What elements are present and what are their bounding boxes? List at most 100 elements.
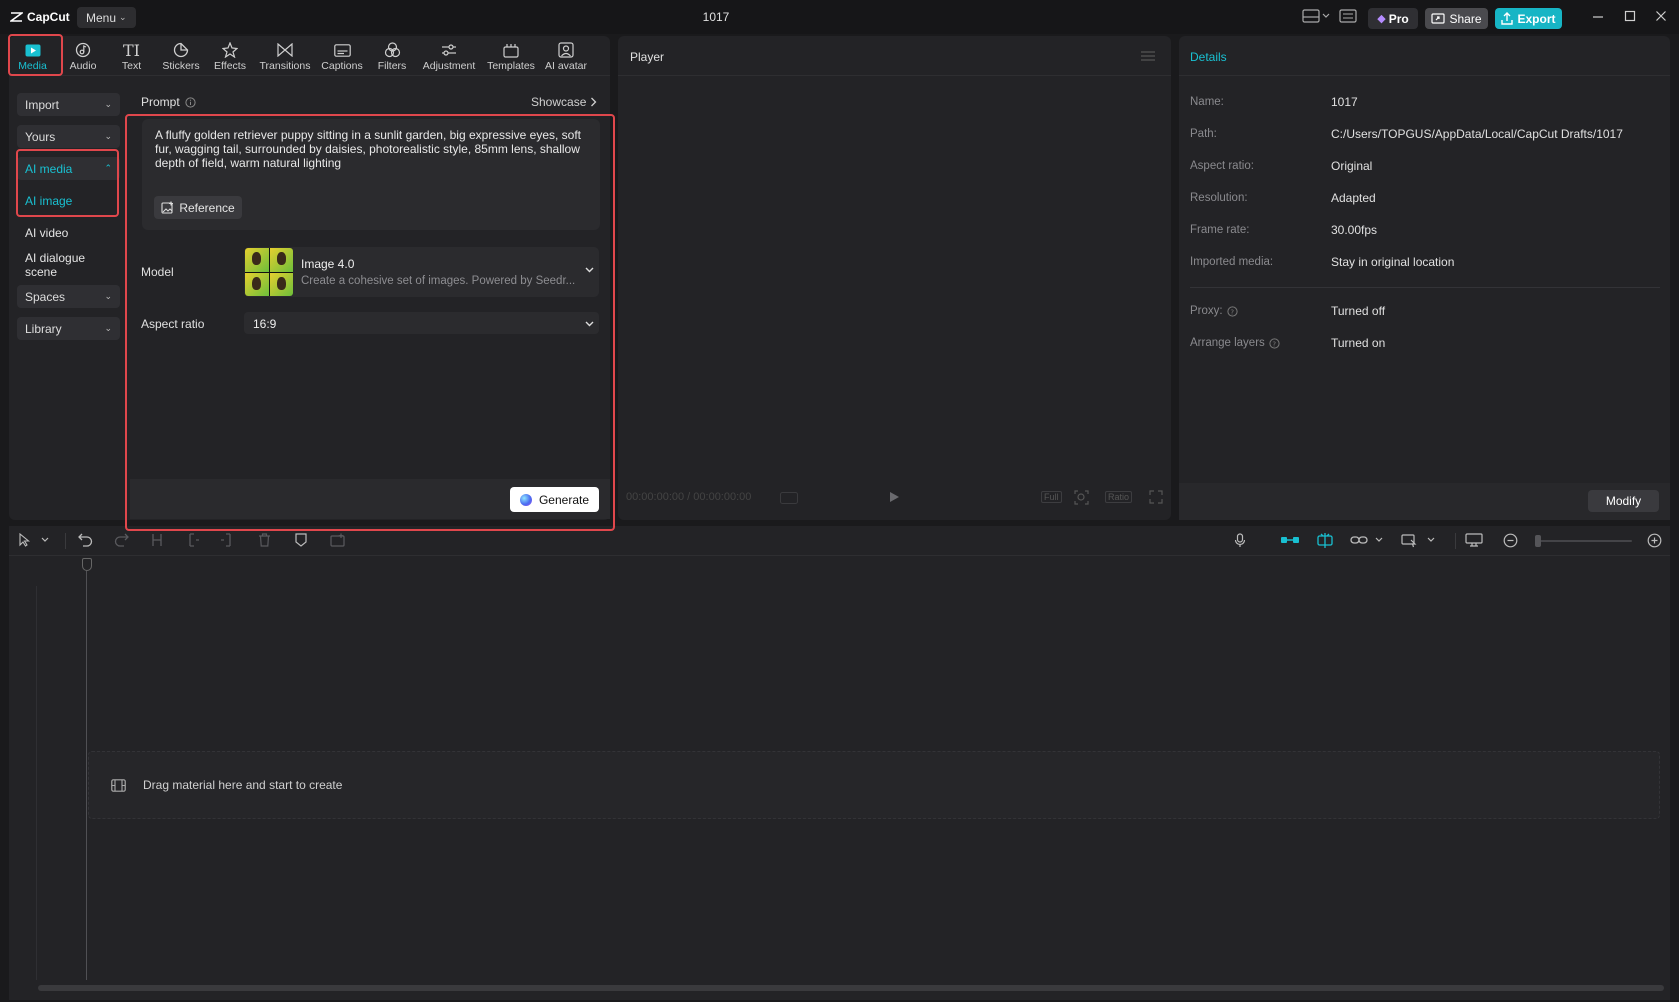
sidebar-item-ai-dialogue-scene[interactable]: AI dialogue scene xyxy=(17,251,123,279)
highlight-ai-media xyxy=(16,149,119,217)
sidebar-item-spaces[interactable]: Spaces ⌄ xyxy=(17,285,120,308)
detail-key: Frame rate: xyxy=(1190,224,1250,236)
minimize-icon[interactable] xyxy=(1592,10,1604,22)
zoom-slider[interactable] xyxy=(1535,540,1632,542)
help-icon[interactable]: ? xyxy=(1269,337,1280,349)
sidebar-item-import[interactable]: Import ⌄ xyxy=(17,93,120,116)
playhead-handle[interactable] xyxy=(82,558,92,571)
track-header-divider xyxy=(36,586,37,980)
templates-icon xyxy=(503,40,519,60)
preview-axis-icon[interactable] xyxy=(1401,533,1437,548)
add-media-icon[interactable] xyxy=(330,533,346,547)
split-icon[interactable] xyxy=(150,533,164,547)
close-icon[interactable] xyxy=(1655,10,1667,22)
tab-transitions[interactable]: Transitions xyxy=(258,40,312,72)
diamond-icon: ◆ xyxy=(1377,13,1386,25)
detail-key: Path: xyxy=(1190,128,1217,140)
tab-stickers[interactable]: Stickers xyxy=(161,40,201,72)
export-button[interactable]: Export xyxy=(1495,8,1562,29)
text-icon: TI xyxy=(123,40,140,60)
adjustment-icon xyxy=(441,40,457,60)
tab-templates[interactable]: Templates xyxy=(486,40,536,72)
sidebar-item-yours[interactable]: Yours ⌄ xyxy=(17,125,120,148)
tab-filters[interactable]: Filters xyxy=(376,40,408,72)
zoom-in-icon[interactable] xyxy=(1647,533,1662,548)
tab-text[interactable]: TI Text xyxy=(119,40,144,73)
tab-ai-avatar[interactable]: AI avatar xyxy=(544,40,588,72)
detail-value: Turned off xyxy=(1331,304,1386,318)
pro-button[interactable]: ◆ Pro xyxy=(1368,8,1418,29)
detail-value: C:/Users/TOPGUS/AppData/Local/CapCut Dra… xyxy=(1331,127,1623,141)
drop-hint-text: Drag material here and start to create xyxy=(143,778,343,792)
highlight-ai-image-form xyxy=(125,114,615,531)
marker-icon[interactable] xyxy=(295,533,307,547)
filters-icon xyxy=(384,40,401,60)
detail-value: Adapted xyxy=(1331,191,1376,205)
captions-icon xyxy=(333,40,351,60)
detail-key: Arrange layers xyxy=(1190,337,1265,349)
info-icon xyxy=(185,96,196,108)
chevron-down-icon: ⌄ xyxy=(104,131,112,141)
ratio-button[interactable]: Ratio xyxy=(1105,491,1133,503)
detail-value: 1017 xyxy=(1331,95,1358,109)
link-icon[interactable] xyxy=(1350,533,1384,547)
toolbar-divider xyxy=(1455,533,1456,549)
main-track-magnet-icon[interactable] xyxy=(1280,533,1300,547)
transitions-icon xyxy=(277,40,293,60)
svg-text:?: ? xyxy=(1230,308,1234,316)
tab-label: Audio xyxy=(69,60,97,72)
tab-effects[interactable]: Effects xyxy=(212,40,248,72)
maximize-icon[interactable] xyxy=(1624,10,1636,22)
split-right-icon[interactable] xyxy=(220,533,234,547)
tab-adjustment[interactable]: Adjustment xyxy=(420,40,478,72)
menu-icon[interactable] xyxy=(1141,51,1155,61)
film-icon xyxy=(111,779,126,792)
detail-value: Turned on xyxy=(1331,336,1386,350)
select-tool-icon[interactable] xyxy=(18,533,50,547)
player-timecode: 00:00:00:00 / 00:00:00:00 xyxy=(626,491,752,503)
delete-icon[interactable] xyxy=(258,533,271,547)
fps-icon xyxy=(780,492,798,504)
prompt-heading: Prompt xyxy=(141,95,196,109)
export-label: Export xyxy=(1517,11,1556,26)
details-header xyxy=(1179,36,1670,76)
chevron-down-icon: ⌄ xyxy=(104,323,112,333)
highlight-media-tab xyxy=(8,34,63,76)
tab-captions[interactable]: Captions xyxy=(320,40,364,72)
split-left-icon[interactable] xyxy=(186,533,200,547)
play-icon[interactable] xyxy=(889,491,900,503)
showcase-link[interactable]: Showcase xyxy=(531,95,597,109)
tab-label: Transitions xyxy=(259,60,311,72)
undo-icon[interactable] xyxy=(78,533,93,547)
help-icon[interactable]: ? xyxy=(1226,305,1238,317)
layout-icon[interactable] xyxy=(1302,9,1330,23)
sidebar-item-ai-video[interactable]: AI video xyxy=(17,221,120,244)
fullscreen-icon[interactable] xyxy=(1149,490,1163,504)
zoom-fit-icon[interactable] xyxy=(1074,490,1089,505)
tab-audio[interactable]: Audio xyxy=(67,40,99,72)
svg-text:?: ? xyxy=(1272,340,1276,348)
tab-label: Templates xyxy=(487,60,535,72)
showcase-label: Showcase xyxy=(531,95,587,109)
thumbnail-toggle-icon[interactable] xyxy=(1465,533,1483,547)
auto-snap-icon[interactable] xyxy=(1316,533,1334,548)
zoom-slider-handle[interactable] xyxy=(1535,535,1541,547)
pro-label: Pro xyxy=(1388,11,1409,26)
share-label: Share xyxy=(1449,11,1482,26)
shortcut-icon[interactable] xyxy=(1339,9,1357,23)
sidebar-item-library[interactable]: Library ⌄ xyxy=(17,317,120,340)
sidebar-item-label: AI video xyxy=(25,225,69,240)
share-icon xyxy=(1431,12,1446,24)
chevron-right-icon xyxy=(591,97,597,107)
microphone-icon[interactable] xyxy=(1234,533,1246,548)
share-button[interactable]: Share xyxy=(1425,8,1488,29)
detail-value: Stay in original location xyxy=(1331,255,1455,269)
details-title: Details xyxy=(1190,50,1227,64)
zoom-out-icon[interactable] xyxy=(1503,533,1518,548)
sidebar-item-label: Spaces xyxy=(25,289,66,304)
playhead-line xyxy=(86,571,87,980)
modify-button[interactable]: Modify xyxy=(1588,490,1659,512)
full-button[interactable]: Full xyxy=(1041,491,1062,503)
timeline-scrollbar[interactable] xyxy=(38,985,1664,991)
redo-icon[interactable] xyxy=(114,533,129,547)
